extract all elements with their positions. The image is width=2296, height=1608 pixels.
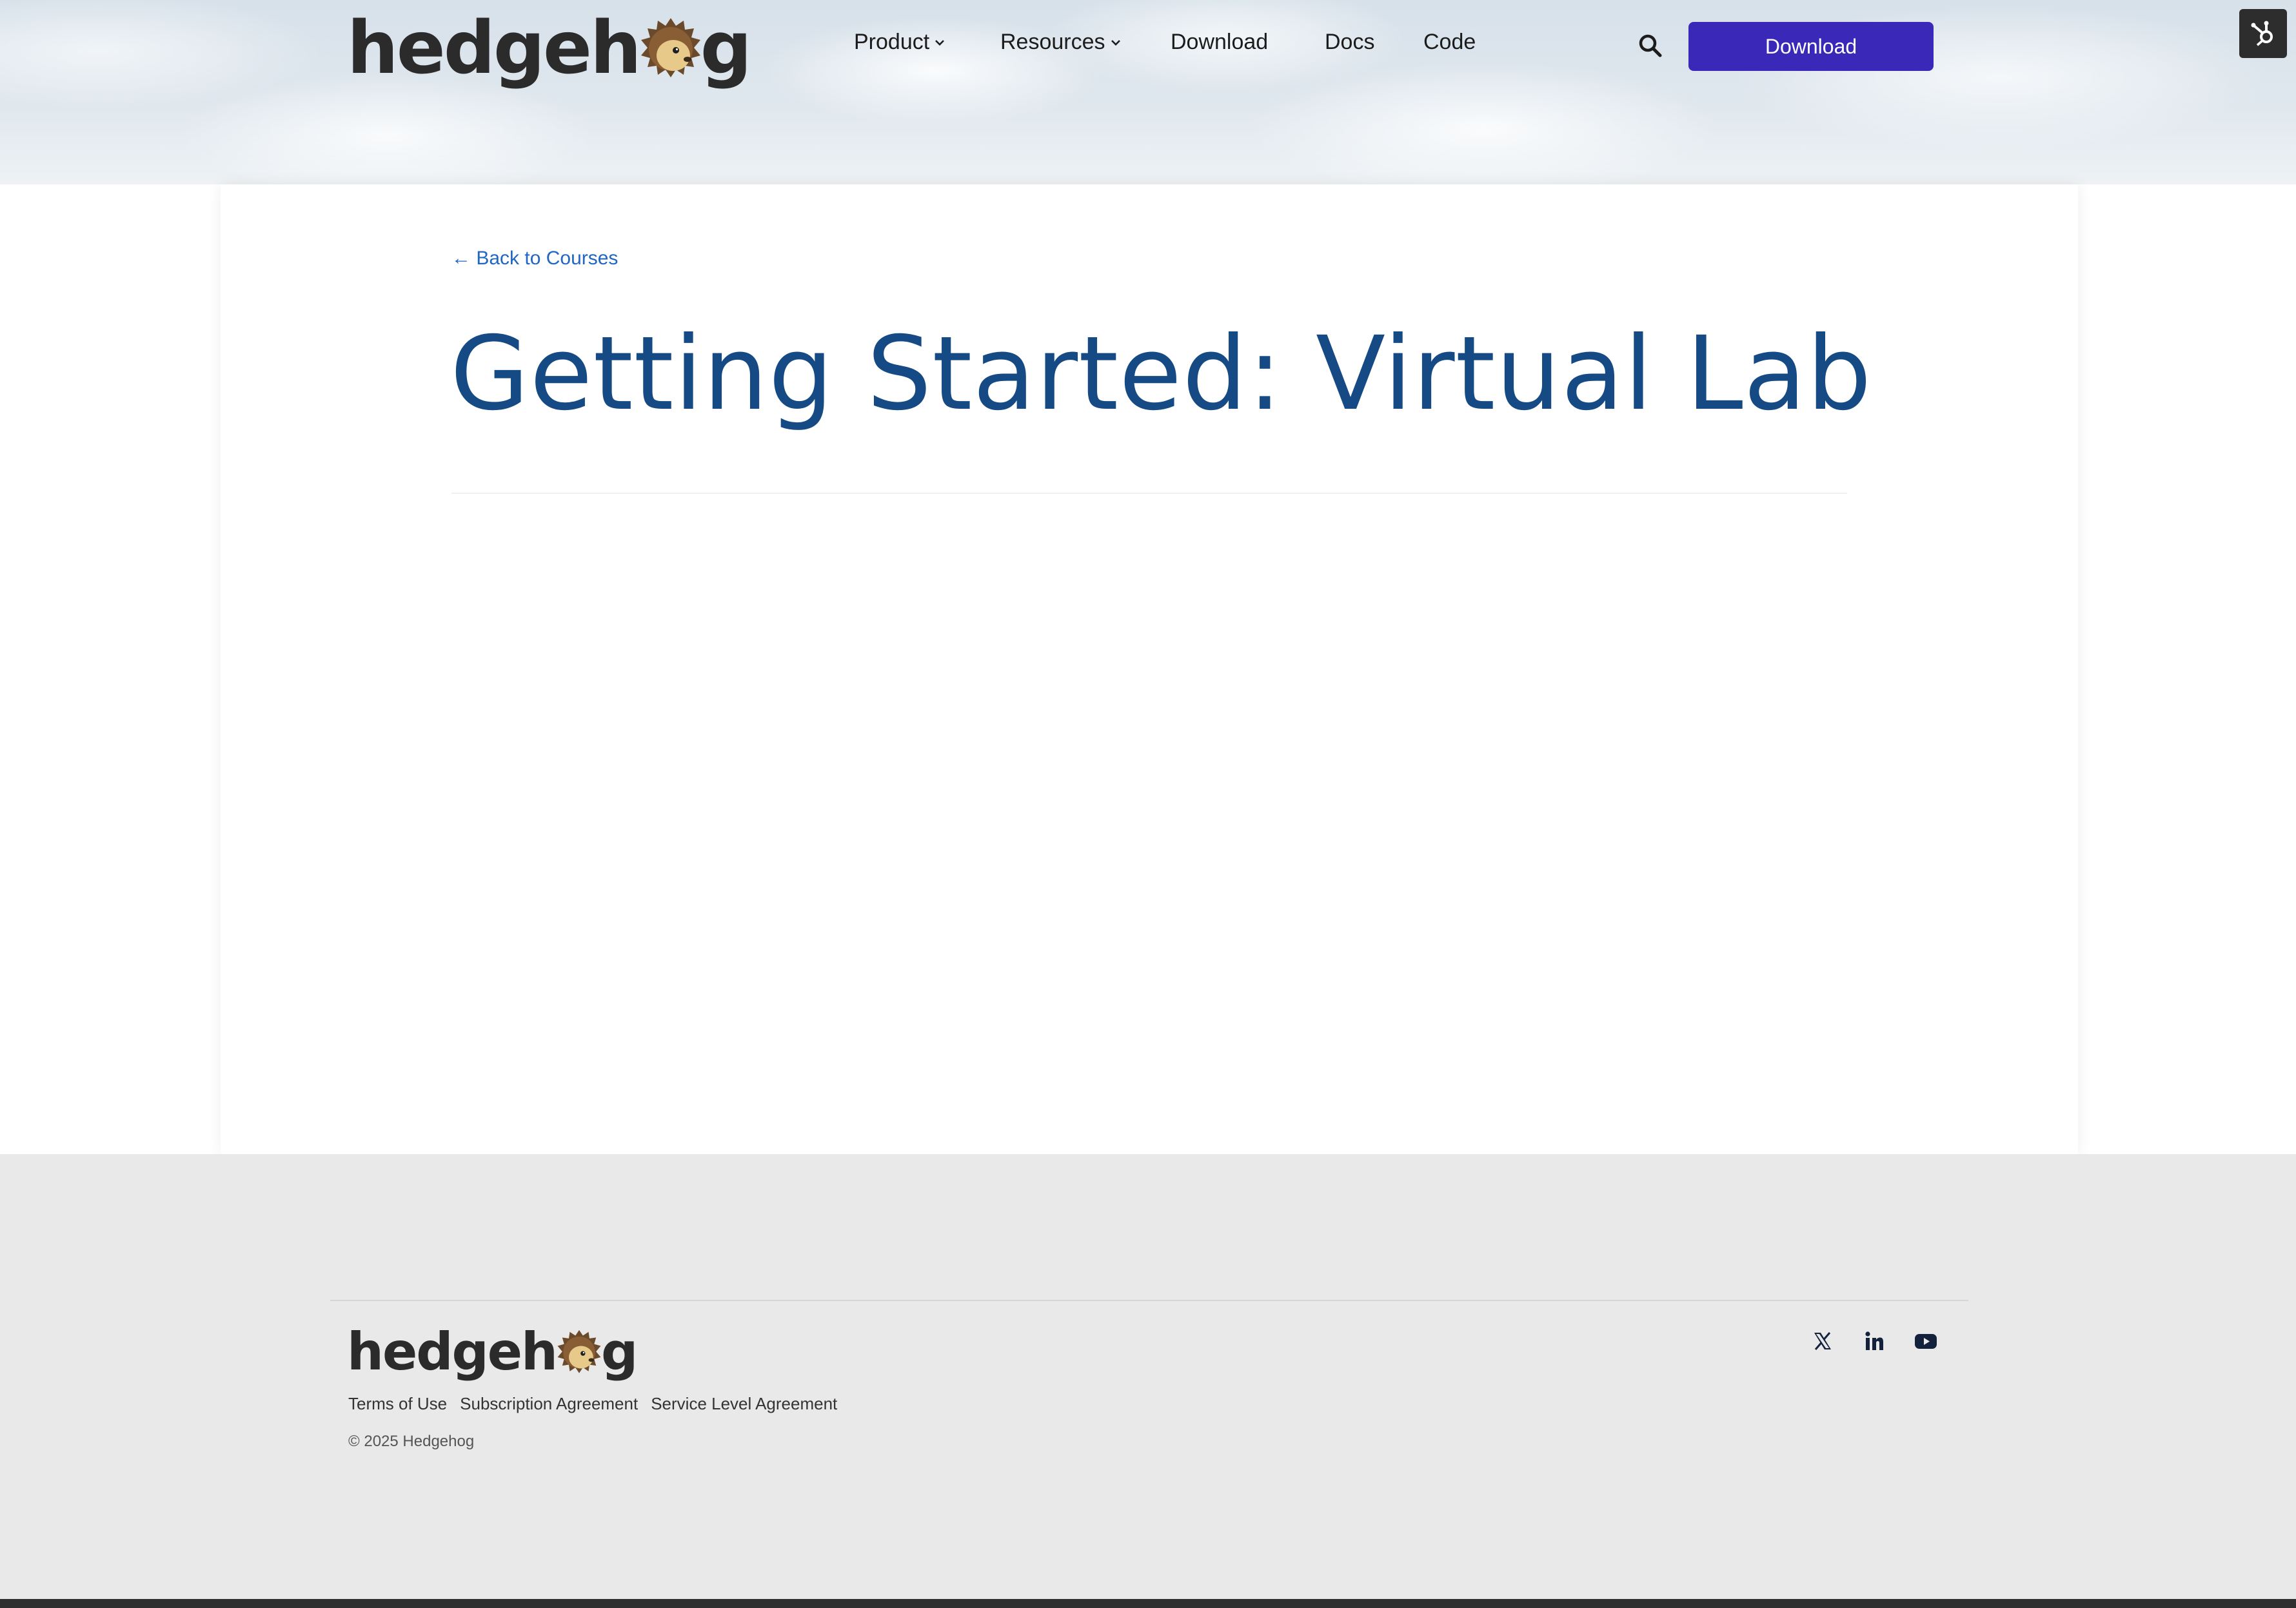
footer-links: Terms of Use Subscription Agreement Serv… [348, 1394, 837, 1414]
copyright: © 2025 Hedgehog [348, 1433, 475, 1450]
download-cta-label: Download [1765, 34, 1857, 58]
logo-wordmark-part1: hedgeh [347, 6, 642, 90]
logo-wordmark-part2: g [700, 6, 752, 90]
subscription-agreement-link[interactable]: Subscription Agreement [460, 1394, 638, 1414]
nav-code[interactable]: Code [1423, 30, 1476, 55]
logo-wordmark-part2: g [600, 1322, 638, 1382]
logo-wordmark-part1: hedgeh [347, 1322, 558, 1382]
hedgehog-o-icon [640, 18, 700, 77]
title-divider [451, 493, 1847, 494]
footer-divider [330, 1300, 1968, 1301]
header-logo[interactable]: hedgeh g [347, 6, 752, 90]
hedgehog-o-icon [557, 1329, 601, 1373]
x-twitter-icon [1814, 1332, 1831, 1350]
nav-code-label: Code [1423, 30, 1476, 54]
x-twitter-link[interactable] [1810, 1328, 1836, 1354]
linkedin-icon [1865, 1331, 1883, 1350]
nav-docs-label: Docs [1325, 30, 1375, 54]
youtube-icon [1915, 1334, 1937, 1349]
header-sky-background [0, 0, 2296, 184]
linkedin-link[interactable] [1861, 1328, 1887, 1354]
nav-download-label: Download [1171, 30, 1269, 54]
terms-of-use-link[interactable]: Terms of Use [348, 1394, 447, 1414]
nav-resources[interactable]: Resources [1000, 30, 1121, 55]
window-bottom-edge [0, 1599, 2296, 1608]
chevron-down-icon [1111, 39, 1120, 46]
chevron-down-icon [935, 39, 945, 46]
hubspot-sprocket-icon [2251, 21, 2273, 46]
download-cta-button[interactable]: Download [1688, 22, 1934, 71]
search-icon [1639, 34, 1662, 57]
page: hedgeh g Product Resources Download Docs… [0, 0, 2296, 1608]
nav-docs[interactable]: Docs [1325, 30, 1374, 55]
nav-product[interactable]: Product [854, 30, 945, 55]
search-button[interactable] [1637, 32, 1664, 59]
back-to-courses-link[interactable]: ← Back to Courses [451, 248, 618, 270]
footer [0, 1154, 2296, 1599]
footer-logo[interactable]: hedgeh g [347, 1322, 638, 1382]
service-level-agreement-link[interactable]: Service Level Agreement [651, 1394, 837, 1414]
hubspot-badge-button[interactable] [2239, 9, 2287, 58]
nav-download[interactable]: Download [1171, 30, 1268, 55]
nav-resources-label: Resources [1000, 30, 1105, 54]
youtube-link[interactable] [1913, 1328, 1939, 1354]
page-title: Getting Started: Virtual Lab [450, 315, 1872, 433]
nav-product-label: Product [854, 30, 930, 54]
